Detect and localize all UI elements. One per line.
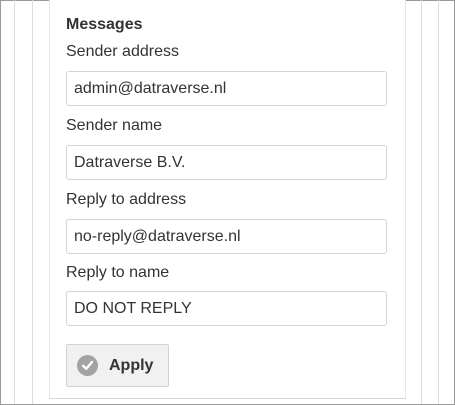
- section-title: Messages: [66, 16, 143, 33]
- outer-divider-left: [14, 0, 15, 404]
- sender-name-label: Sender name: [66, 117, 163, 134]
- inner-divider-right: [421, 0, 422, 404]
- check-circle-icon: [77, 355, 98, 376]
- reply-to-name-label: Reply to name: [66, 264, 170, 281]
- reply-to-address-field[interactable]: [66, 219, 387, 254]
- sender-address-field[interactable]: [66, 71, 387, 106]
- sender-address-label: Sender address: [66, 43, 179, 60]
- apply-button[interactable]: Apply: [66, 344, 169, 387]
- inner-divider-left: [32, 0, 33, 404]
- reply-to-name-field[interactable]: [66, 291, 387, 326]
- reply-to-address-label: Reply to address: [66, 191, 187, 208]
- apply-button-label: Apply: [109, 356, 154, 374]
- outer-divider-right: [438, 0, 439, 404]
- sender-name-field[interactable]: [66, 145, 387, 180]
